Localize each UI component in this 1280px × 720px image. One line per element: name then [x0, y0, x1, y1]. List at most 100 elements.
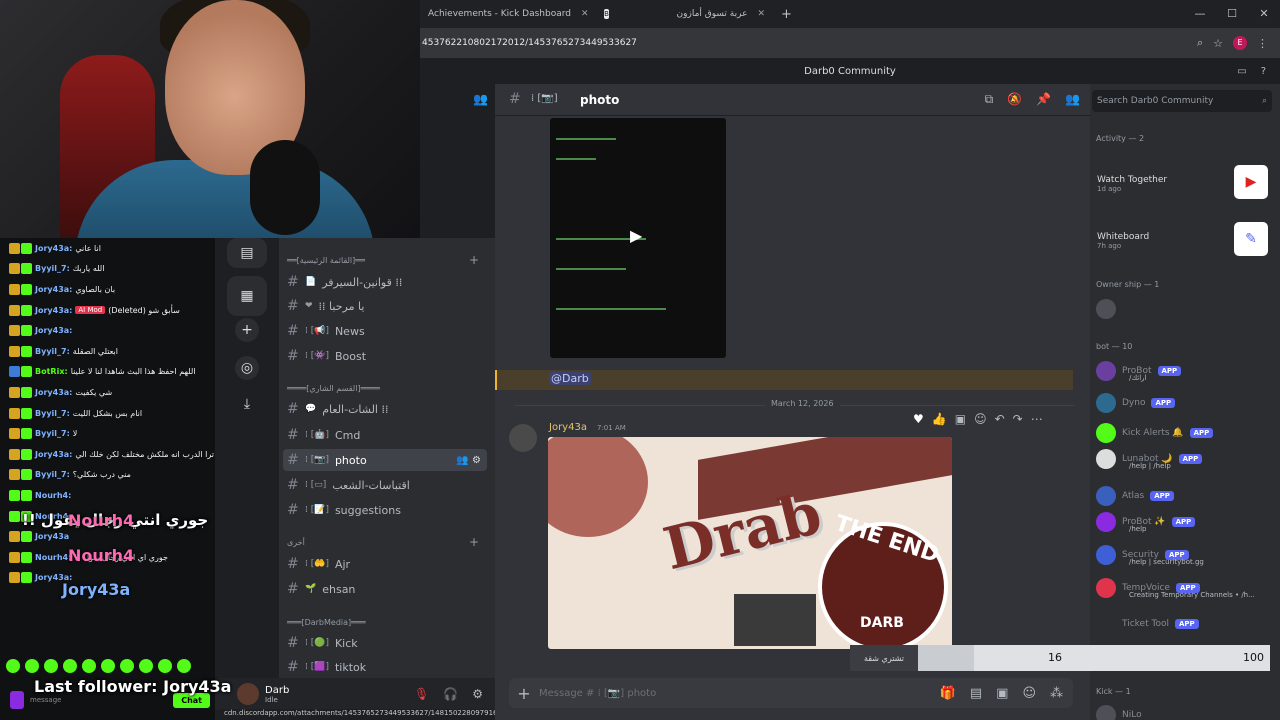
message-composer[interactable]: + Message # ⁞ [📷] photo 🎁 ▤ ▣ ☺ ⁂ [509, 678, 1073, 708]
url-field[interactable]: 453762210802172012/1453765273449533627 [422, 38, 1197, 48]
channel-item[interactable]: # ⁞ [📝] suggestions [283, 499, 487, 521]
thumbs-up-icon[interactable]: 👍 [932, 412, 947, 426]
image-attachment[interactable]: Drab THE END DARB [548, 437, 952, 649]
channel-settings-icon[interactable]: 👥 ⚙ [456, 455, 487, 466]
channel-item[interactable]: # ⁞ [🟪] tiktok [283, 656, 487, 678]
play-icon[interactable]: ▶ [630, 226, 642, 245]
gif-icon[interactable]: ▤ [970, 686, 982, 701]
chat-username[interactable]: Jory43a: [35, 326, 72, 335]
emote-icon[interactable] [82, 659, 96, 673]
forward-icon[interactable]: ↷ [1013, 412, 1023, 426]
video-attachment[interactable]: ▶ [550, 118, 726, 358]
channel-item[interactable]: # ⁞ [🤖] Cmd [283, 424, 487, 446]
notification-bell-icon[interactable]: 🔕 [1007, 92, 1022, 107]
emote-icon[interactable] [120, 659, 134, 673]
search-input[interactable]: Search Darb0 Community ⌕ [1092, 90, 1272, 112]
chat-username[interactable]: Nourh4: [35, 553, 71, 562]
download-icon[interactable]: ⤓ [235, 392, 259, 416]
member-list-icon[interactable]: 👥 [1065, 92, 1080, 107]
member-item[interactable]: Ticket Tool APP [1096, 613, 1274, 635]
close-window-icon[interactable]: ✕ [1248, 0, 1280, 28]
chat-username[interactable]: Jory43a: [35, 285, 72, 294]
user-avatar[interactable] [237, 683, 259, 705]
activity-card[interactable]: Whiteboard 7h ago ✎ [1094, 214, 1272, 260]
more-icon[interactable]: ⋯ [1031, 412, 1043, 426]
inbox-icon[interactable]: ▭ [1237, 66, 1246, 77]
server-folder[interactable]: ▦ [227, 276, 267, 316]
channel-item-active[interactable]: # ⁞ [📷] photo 👥 ⚙ [283, 449, 487, 471]
channel-item[interactable]: # ⁞ [▭] اقتباسات-الشعب [283, 474, 487, 496]
member-item[interactable]: TempVoice APP Creating Temporary Channels … [1096, 577, 1274, 599]
apps-icon[interactable]: ⁂ [1050, 686, 1063, 701]
server-folder[interactable]: ▤ [227, 238, 267, 268]
close-tab-icon[interactable]: ✕ [757, 9, 765, 19]
emote-icon[interactable] [25, 659, 39, 673]
discover-icon[interactable]: ◎ [235, 356, 259, 380]
mic-icon[interactable] [10, 691, 24, 709]
members-icon[interactable]: 👥 [473, 92, 488, 106]
search-icon[interactable]: ⌕ [1262, 96, 1272, 106]
chat-username[interactable]: Jory43a: [35, 244, 72, 253]
chat-username[interactable]: Byyil_7: [35, 409, 70, 418]
mic-muted-icon[interactable]: 🎙 [414, 687, 429, 701]
close-tab-icon[interactable]: ✕ [581, 9, 589, 19]
chat-username[interactable]: Byyil_7: [35, 429, 70, 438]
menu-kebab-icon[interactable]: ⋮ [1257, 37, 1268, 50]
member-item[interactable]: NiLo [1096, 704, 1274, 720]
maximize-icon[interactable]: ☐ [1216, 0, 1248, 28]
gift-icon[interactable]: 🎁 [940, 686, 956, 701]
chat-username[interactable]: Byyil_7: [35, 264, 70, 273]
attach-plus-icon[interactable]: + [509, 684, 539, 703]
channel-item[interactable]: # 🌱 ehsan [283, 578, 487, 600]
sticker-icon[interactable]: ▣ [996, 686, 1008, 701]
add-channel-icon[interactable]: + [469, 535, 479, 549]
browser-tab[interactable]: B [597, 0, 617, 28]
member-item[interactable]: Lunabot 🌙 APP/help | /help [1096, 448, 1274, 470]
category-header[interactable]: ═══[DarbMedia]═══ [287, 614, 487, 630]
headphones-icon[interactable]: 🎧 [443, 687, 458, 701]
chat-username[interactable]: Byyil_7: [35, 470, 70, 479]
chat-input[interactable]: message [30, 696, 61, 704]
chat-username[interactable]: Byyil_7: [35, 347, 70, 356]
help-icon[interactable]: ? [1261, 66, 1266, 77]
user-info[interactable]: Darb Idle [265, 685, 289, 704]
heart-react-icon[interactable]: ♥ [913, 412, 924, 426]
emote-icon[interactable] [177, 659, 191, 673]
add-server-icon[interactable]: + [235, 318, 259, 342]
member-item[interactable]: ProBot ✨ APP/help [1096, 511, 1274, 533]
channel-item[interactable]: # ⁞ [📢] News [283, 320, 487, 342]
category-header[interactable]: ══[القائمة الرئيسية]══ + [287, 252, 487, 268]
minimize-icon[interactable]: — [1184, 0, 1216, 28]
chat-username[interactable]: Jory43a [35, 532, 69, 541]
channel-item[interactable]: # 📄 قوانين-السيرفر ⁞⁞ [283, 271, 487, 293]
add-reaction-icon[interactable]: ☺ [974, 412, 987, 426]
emoji-icon[interactable]: ☺ [1022, 686, 1036, 701]
member-item[interactable]: Kick Alerts 🔔 APP [1096, 422, 1274, 444]
threads-icon[interactable]: ⧉ [985, 92, 994, 107]
author-avatar[interactable] [509, 424, 537, 452]
settings-gear-icon[interactable]: ⚙ [472, 687, 483, 701]
emote-icon[interactable] [158, 659, 172, 673]
user-mention[interactable]: @Darb [549, 372, 591, 385]
add-channel-icon[interactable]: + [469, 253, 479, 267]
activity-card[interactable]: Watch Together 1d ago ▶ [1094, 157, 1272, 203]
reply-icon[interactable]: ↶ [995, 412, 1005, 426]
channel-item[interactable]: # ⁞ [🤲] Ajr [283, 553, 487, 575]
pin-icon[interactable]: 📌 [1036, 92, 1051, 107]
chat-username[interactable]: Jory43a: [35, 306, 72, 315]
member-item[interactable] [1096, 298, 1274, 320]
browser-tab[interactable]: عربة تسوق أمازون ✕ [617, 0, 773, 28]
bookmark-star-icon[interactable]: ☆ [1213, 37, 1223, 50]
member-item[interactable]: Security APP/help | securitybot.gg [1096, 544, 1274, 566]
channel-item[interactable]: # ⁞ [👾] Boost [283, 345, 487, 367]
chat-username[interactable]: Nourh4: [35, 491, 71, 500]
category-header[interactable]: ════[القسم الشاري]════ [287, 380, 487, 396]
member-item[interactable]: Atlas APP [1096, 485, 1274, 507]
channel-item[interactable]: # 💬 الشات-العام ⁞⁞ [283, 398, 487, 420]
emote-icon[interactable] [63, 659, 77, 673]
emote-icon[interactable] [139, 659, 153, 673]
emote-icon[interactable] [44, 659, 58, 673]
channel-item[interactable]: # ❤ ⁞⁞ يا مرحبا [283, 295, 487, 317]
browser-tab[interactable]: Achievements - Kick Dashboard ✕ [420, 0, 597, 28]
new-tab-button[interactable]: + [781, 7, 792, 22]
